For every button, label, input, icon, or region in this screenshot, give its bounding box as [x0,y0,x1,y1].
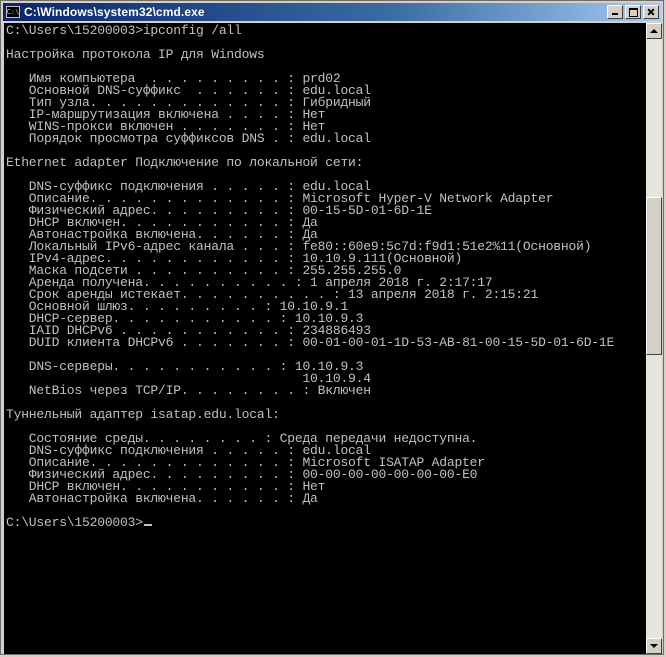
ipconfig-output: Настройка протокола IP для Windows Имя к… [6,47,615,506]
window-controls [605,5,659,19]
minimize-button[interactable] [607,5,623,19]
cmd-window: C:\ C:\Windows\system32\cmd.exe C:\Users… [0,0,664,655]
close-button[interactable] [643,5,659,19]
console-output-area[interactable]: C:\Users\15200003>ipconfig /all Настройк… [4,23,646,654]
title-bar[interactable]: C:\ C:\Windows\system32\cmd.exe [3,3,661,21]
cmd-app-icon[interactable]: C:\ [6,6,20,18]
scroll-up-button[interactable] [646,23,662,39]
text-cursor [143,524,152,526]
scroll-down-button[interactable] [646,638,662,654]
command-prompt[interactable]: C:\Users\15200003> [6,515,143,530]
scrollbar-thumb[interactable] [646,197,662,355]
cmd-app-icon-text: C:\ [6,7,20,16]
window-title: C:\Windows\system32\cmd.exe [24,5,205,19]
maximize-button[interactable] [625,5,641,19]
command-line: C:\Users\15200003>ipconfig /all [6,23,242,38]
terminal-text: C:\Users\15200003>ipconfig /all Настройк… [4,23,646,529]
vertical-scrollbar[interactable] [646,23,662,654]
